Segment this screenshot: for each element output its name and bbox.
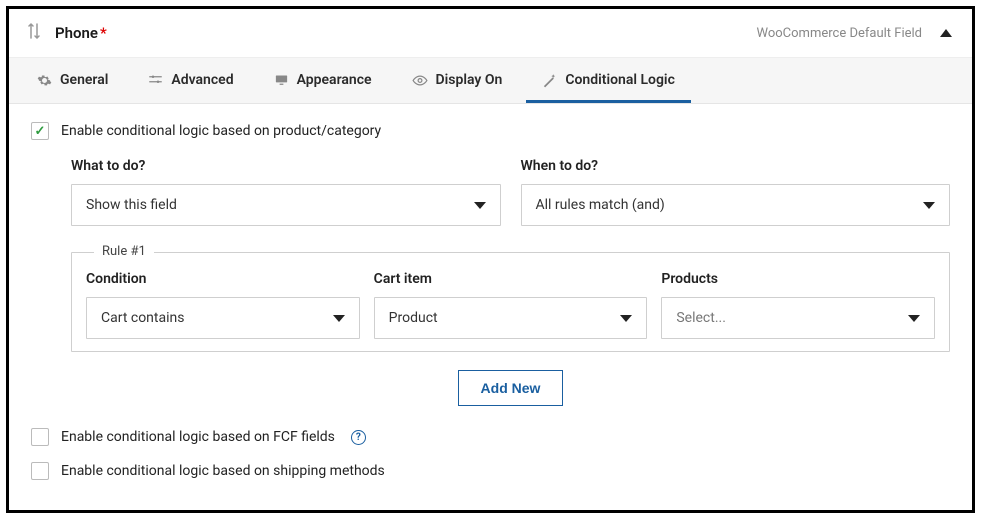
field-title: Phone* [55,24,107,42]
enable-shipping-row: Enable conditional logic based on shippi… [31,462,950,480]
enable-product-checkbox[interactable] [31,122,49,140]
enable-product-category-row: Enable conditional logic based on produc… [31,122,950,140]
monitor-icon [274,73,289,88]
tab-display-on[interactable]: Display On [396,58,519,103]
panel-header: Phone* WooCommerce Default Field [9,9,972,57]
cart-item-label: Cart item [374,271,648,287]
tab-content: Enable conditional logic based on produc… [9,104,972,498]
products-label: Products [661,271,935,287]
what-to-do-label: What to do? [71,158,501,174]
tab-advanced[interactable]: Advanced [132,58,249,103]
chevron-down-icon [333,315,345,322]
rule-fieldset: Rule #1 Condition Cart contains Cart ite… [71,252,950,352]
tab-label: Conditional Logic [565,72,675,88]
enable-fcf-checkbox[interactable] [31,428,49,446]
tab-label: Display On [436,72,503,88]
tab-general[interactable]: General [21,58,124,103]
eye-icon [412,73,428,88]
chevron-down-icon [620,315,632,322]
select-value: All rules match (and) [536,197,665,213]
enable-shipping-checkbox[interactable] [31,462,49,480]
gear-icon [37,73,52,88]
condition-select[interactable]: Cart contains [86,297,360,339]
add-new-rule-button[interactable]: Add New [458,370,564,406]
enable-shipping-label: Enable conditional logic based on shippi… [61,463,385,479]
tab-label: Advanced [171,72,233,88]
tab-label: General [60,72,108,88]
chevron-down-icon [474,202,486,209]
select-value: Show this field [86,197,177,213]
help-icon[interactable]: ? [351,430,366,445]
tab-bar: General Advanced Appearance Display On C… [9,57,972,104]
drag-handle-icon[interactable] [27,23,41,43]
products-select[interactable]: Select... [661,297,935,339]
tab-appearance[interactable]: Appearance [258,58,388,103]
select-placeholder: Select... [676,310,726,326]
enable-fcf-row: Enable conditional logic based on FCF fi… [31,428,950,446]
select-value: Product [389,310,438,326]
select-value: Cart contains [101,310,184,326]
tab-conditional-logic[interactable]: Conditional Logic [526,58,691,103]
what-to-do-select[interactable]: Show this field [71,184,501,226]
cart-item-select[interactable]: Product [374,297,648,339]
field-type-badge: WooCommerce Default Field [757,26,923,41]
condition-label: Condition [86,271,360,287]
sliders-icon [148,73,163,88]
collapse-toggle-icon[interactable] [940,29,952,37]
tab-label: Appearance [297,72,372,88]
when-to-do-label: When to do? [521,158,951,174]
when-to-do-select[interactable]: All rules match (and) [521,184,951,226]
rule-legend: Rule #1 [94,244,154,259]
chevron-down-icon [923,202,935,209]
field-settings-panel: Phone* WooCommerce Default Field General… [6,6,975,513]
chevron-down-icon [908,315,920,322]
enable-product-label: Enable conditional logic based on produc… [61,123,381,139]
wand-icon [542,73,557,88]
enable-fcf-label: Enable conditional logic based on FCF fi… [61,429,335,445]
required-mark: * [100,24,107,42]
